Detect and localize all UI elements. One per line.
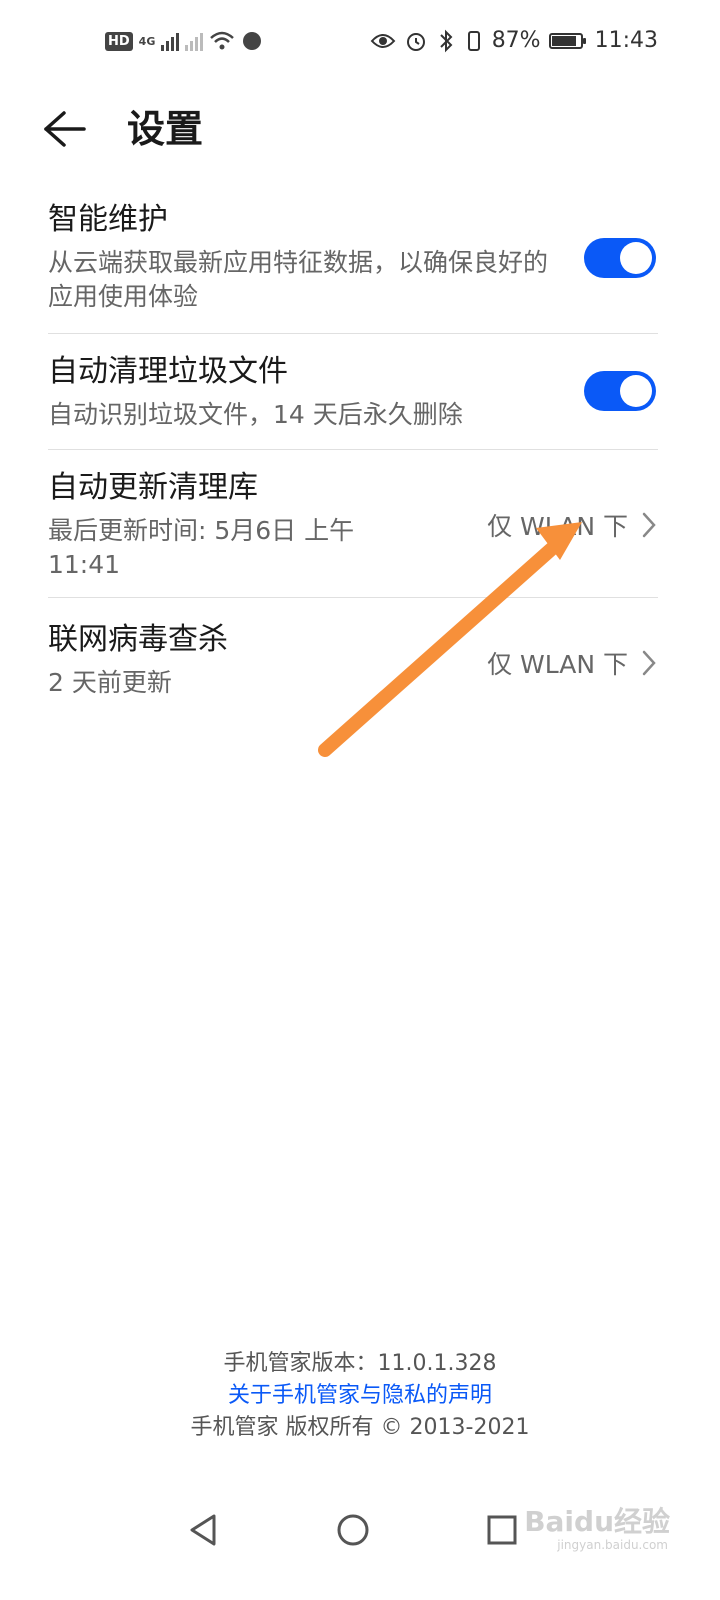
- setting-description: 自动识别垃圾文件，14 天后永久删除: [48, 400, 463, 429]
- nav-recent-icon[interactable]: [482, 1510, 522, 1550]
- eye-icon: [370, 33, 396, 48]
- setting-smart-maintenance: 智能维护 从云端获取最新应用特征数据，以确保良好的应用使用体验: [48, 200, 548, 314]
- baidu-watermark-url: jingyan.baidu.com: [557, 1538, 668, 1552]
- battery-percent: 87%: [491, 28, 541, 53]
- status-right: 87% 11:43: [370, 28, 658, 53]
- divider: [48, 449, 658, 450]
- toggle-knob: [620, 242, 652, 274]
- page-title: 设置: [127, 107, 204, 151]
- vibrate-icon: [467, 30, 480, 51]
- footer: 手机管家版本：11.0.1.328 关于手机管家与隐私的声明 手机管家 版权所有…: [0, 1348, 720, 1444]
- baidu-watermark: Baidu经验: [524, 1505, 670, 1538]
- setting-description: 从云端获取最新应用特征数据，以确保良好的应用使用体验: [48, 248, 549, 311]
- version-text: 手机管家版本：11.0.1.328: [223, 1351, 497, 1376]
- divider: [48, 333, 658, 334]
- chevron-right-icon: [642, 512, 656, 538]
- wifi-icon: [210, 31, 235, 50]
- auto-update-library-value[interactable]: 仅 WLAN 下: [487, 507, 656, 543]
- status-left: HD 4G: [105, 30, 263, 52]
- online-virus-scan-value[interactable]: 仅 WLAN 下: [487, 645, 656, 681]
- status-bar: HD 4G 87% 11:43: [0, 0, 720, 90]
- alarm-icon: [406, 32, 425, 51]
- toggle-knob: [620, 375, 652, 407]
- nav-home-icon[interactable]: [333, 1510, 373, 1550]
- battery-icon: [548, 32, 586, 49]
- setting-description: 最后更新时间: 5月6日 上午11:41: [48, 516, 355, 579]
- battery-fill: [551, 35, 576, 46]
- setting-auto-clean-junk: 自动清理垃圾文件 自动识别垃圾文件，14 天后永久删除: [48, 352, 548, 432]
- back-arrow-icon: [44, 111, 86, 147]
- privacy-link[interactable]: 关于手机管家与隐私的声明: [0, 1380, 720, 1412]
- hd-badge: HD: [105, 31, 133, 51]
- status-time: 11:43: [594, 28, 658, 53]
- back-button[interactable]: [42, 103, 102, 155]
- chevron-right-icon: [642, 650, 656, 676]
- setting-title: 自动更新清理库: [48, 470, 258, 505]
- auto-clean-junk-toggle[interactable]: [584, 371, 656, 411]
- copyright-text: 手机管家 版权所有 © 2013-2021: [190, 1415, 530, 1440]
- header: 设置: [0, 95, 720, 165]
- setting-online-virus-scan[interactable]: 联网病毒查杀 2 天前更新: [48, 620, 468, 700]
- signal-2-icon: [185, 31, 204, 51]
- nav-back-icon[interactable]: [184, 1510, 224, 1550]
- bluetooth-icon: [439, 29, 453, 52]
- network-type: 4G: [138, 34, 156, 48]
- setting-auto-update-library[interactable]: 自动更新清理库 最后更新时间: 5月6日 上午11:41: [48, 468, 388, 582]
- setting-value: 仅 WLAN 下: [487, 650, 628, 679]
- setting-value: 仅 WLAN 下: [487, 512, 628, 541]
- setting-title: 智能维护: [48, 202, 168, 237]
- setting-title: 联网病毒查杀: [48, 622, 228, 657]
- globe-icon: [243, 32, 262, 50]
- setting-title: 自动清理垃圾文件: [48, 354, 288, 389]
- setting-description: 2 天前更新: [48, 668, 172, 697]
- divider: [48, 597, 658, 598]
- signal-icon: [161, 31, 180, 51]
- smart-maintenance-toggle[interactable]: [584, 238, 656, 278]
